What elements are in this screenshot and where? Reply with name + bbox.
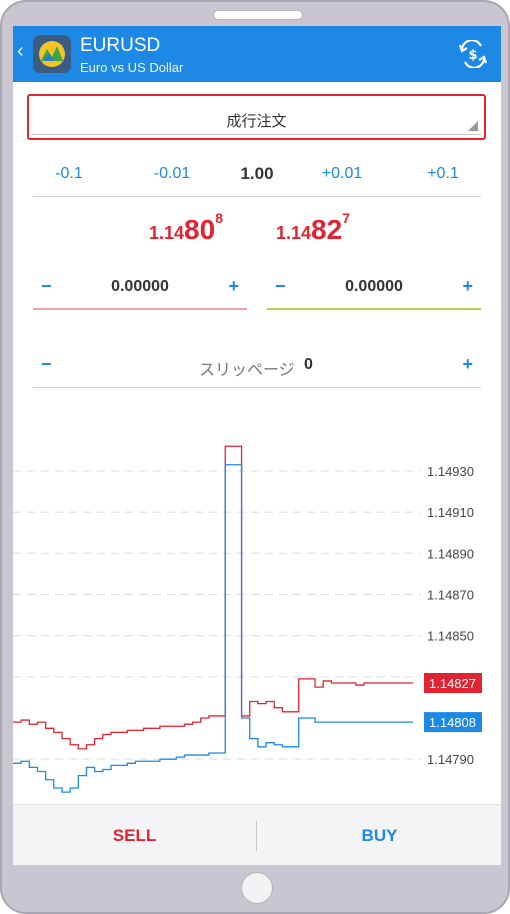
app-header: ‹ EURUSD Euro vs US Dollar $ <box>13 26 501 82</box>
chart-y-tick-label: 1.14870 <box>427 587 474 602</box>
volume-row: -0.1 -0.01 1.00 +0.01 +0.1 <box>33 159 481 195</box>
take-profit-stepper: − 0.00000 + <box>267 270 481 310</box>
slippage-minus-button[interactable]: − <box>41 354 52 375</box>
volume-value[interactable]: 1.00 <box>217 164 297 184</box>
order-type-select[interactable]: 成行注文 <box>27 94 486 140</box>
svg-text:$: $ <box>468 48 477 63</box>
phone-frame: ‹ EURUSD Euro vs US Dollar $ 成行注文 -0.1 -… <box>0 0 510 914</box>
tick-chart: 1.14930 1.14910 1.14890 1.14870 1.14850 1.148… <box>13 445 482 793</box>
symbol-description: Euro vs US Dollar <box>80 60 184 75</box>
footer-divider <box>256 821 257 851</box>
take-profit-input[interactable]: 0.00000 <box>267 278 481 296</box>
volume-minus-0.1-button[interactable]: -0.1 <box>29 165 109 183</box>
order-type-label: 成行注文 <box>226 113 287 130</box>
phone-speaker <box>213 10 303 20</box>
buy-price: 1.14827 <box>276 210 350 246</box>
slippage-stepper: − スリッページ 0 + <box>33 348 481 388</box>
volume-minus-0.01-button[interactable]: -0.01 <box>132 165 212 183</box>
bid-series-line <box>13 464 413 793</box>
sell-price-fraction: 8 <box>215 210 223 226</box>
back-chevron-icon[interactable]: ‹ <box>17 40 24 63</box>
slippage-label: スリッページ <box>199 362 295 379</box>
order-type-field: 成行注文 <box>32 99 481 135</box>
dropdown-corner-icon <box>468 121 478 131</box>
volume-plus-0.1-button[interactable]: +0.1 <box>403 165 483 183</box>
app-screen: ‹ EURUSD Euro vs US Dollar $ 成行注文 -0.1 -… <box>13 26 501 865</box>
stop-loss-input[interactable]: 0.00000 <box>33 278 247 296</box>
trade-footer: SELL BUY <box>13 804 501 865</box>
sell-price-pips: 80 <box>184 214 216 245</box>
chart-y-tick-label: 1.14790 <box>427 752 474 767</box>
sell-price: 1.14808 <box>149 210 223 246</box>
volume-underline <box>33 196 481 197</box>
slippage-underline <box>33 387 481 388</box>
buy-price-pips: 82 <box>311 214 343 245</box>
sell-button[interactable]: SELL <box>13 805 256 865</box>
symbol-name: EURUSD <box>80 35 161 56</box>
chart-y-tick-label: 1.14850 <box>427 629 474 644</box>
stop-loss-plus-button[interactable]: + <box>228 276 239 297</box>
volume-plus-0.01-button[interactable]: +0.01 <box>302 165 382 183</box>
stop-loss-stepper: − 0.00000 + <box>33 270 247 310</box>
phone-home-button[interactable] <box>241 872 273 904</box>
buy-price-fraction: 7 <box>342 210 350 226</box>
ask-series-line <box>13 445 413 750</box>
trade-switch-icon[interactable]: $ <box>457 39 489 69</box>
chart-y-tick-label: 1.14910 <box>427 505 474 520</box>
buy-button[interactable]: BUY <box>258 805 501 865</box>
bid-price-tag: 1.14808 <box>429 715 476 730</box>
stop-loss-underline <box>33 308 247 310</box>
metatrader-logo-icon <box>33 35 71 73</box>
take-profit-underline <box>267 308 481 310</box>
chart-y-tick-label: 1.14930 <box>427 464 474 479</box>
chart-y-tick-label: 1.14890 <box>427 546 474 561</box>
slippage-value[interactable]: 0 <box>304 356 313 374</box>
sell-price-prefix: 1.14 <box>149 223 185 243</box>
ask-price-tag: 1.14827 <box>429 676 476 691</box>
buy-price-prefix: 1.14 <box>276 223 312 243</box>
take-profit-plus-button[interactable]: + <box>462 276 473 297</box>
slippage-plus-button[interactable]: + <box>462 354 473 375</box>
